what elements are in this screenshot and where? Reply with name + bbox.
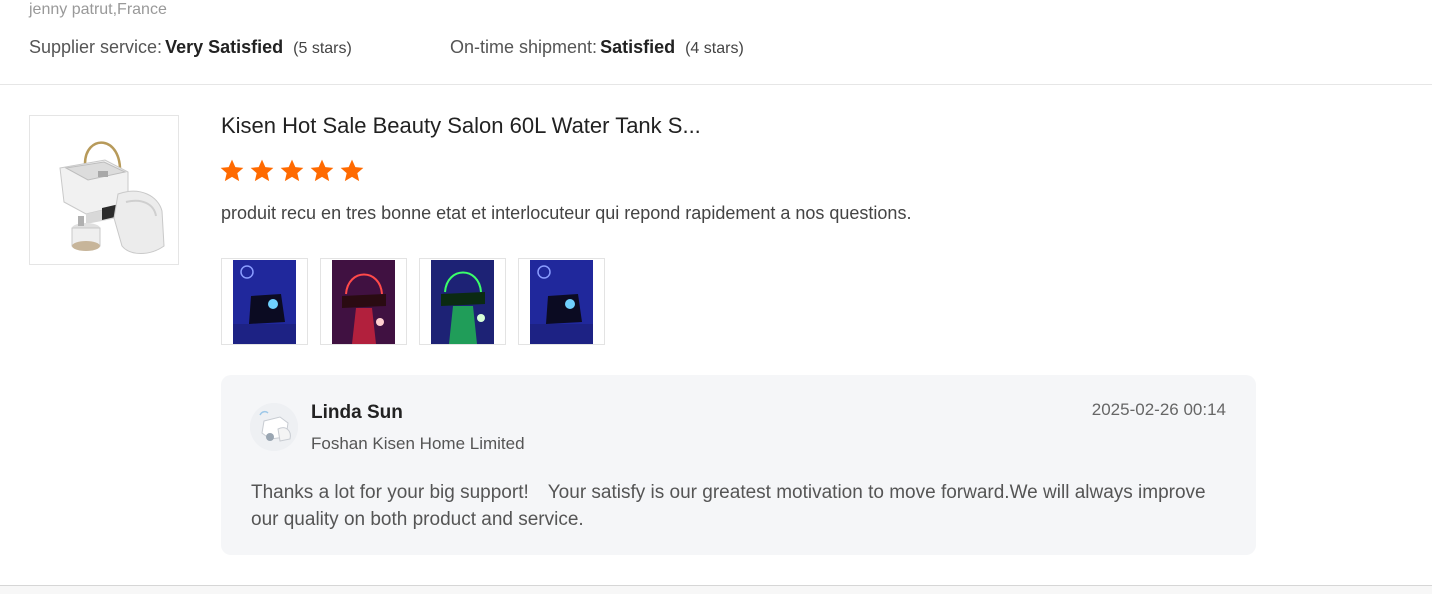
star-icon xyxy=(220,159,244,182)
reply-company-name: Foshan Kisen Home Limited xyxy=(311,434,525,453)
star-icon xyxy=(310,159,334,182)
next-review-edge xyxy=(0,586,1432,594)
seller-reply: Linda Sun Foshan Kisen Home Limited 2025… xyxy=(221,375,1256,555)
shampoo-chair-product-image xyxy=(59,141,165,254)
supplier-service-label: Supplier service: xyxy=(29,37,163,57)
product-thumbnail[interactable] xyxy=(29,115,179,265)
avatar xyxy=(250,403,298,451)
section-divider xyxy=(0,84,1432,85)
reply-timestamp: 2025-02-26 00:14 xyxy=(1091,400,1226,419)
supplier-service-stars: (5 stars) xyxy=(293,40,352,57)
reply-text: Thanks a lot for your big support! Your … xyxy=(251,482,1206,530)
review-photo[interactable] xyxy=(221,258,308,345)
shipment-value: Satisfied xyxy=(600,37,676,57)
star-icon xyxy=(250,159,274,182)
review-photo[interactable] xyxy=(518,258,605,345)
review-text: produit recu en tres bonne etat et inter… xyxy=(221,203,912,223)
seller-avatar xyxy=(250,403,298,451)
review-photo[interactable] xyxy=(320,258,407,345)
shipment-label: On-time shipment: xyxy=(450,37,598,57)
star-icon xyxy=(340,159,364,182)
shipment-rating: On-time shipment: Satisfied (4 stars) xyxy=(450,37,744,58)
star-icon xyxy=(280,159,304,182)
rating-summary: Supplier service: Very Satisfied (5 stars)… xyxy=(29,37,744,58)
reviewer-name-location: jenny patrut,France xyxy=(29,1,167,18)
review-photo[interactable] xyxy=(419,258,506,345)
shipment-stars: (4 stars) xyxy=(685,40,744,57)
reply-author-name: Linda Sun xyxy=(311,402,403,423)
supplier-service-value: Very Satisfied xyxy=(165,37,284,57)
product-title[interactable]: Kisen Hot Sale Beauty Salon 60L Water Ta… xyxy=(221,113,701,139)
review-star-rating xyxy=(219,158,365,184)
supplier-service-rating: Supplier service: Very Satisfied (5 stars) xyxy=(29,37,352,58)
review-photo-green-light xyxy=(431,259,494,344)
review-photo-blue-light xyxy=(530,259,593,344)
review-photo-blue-light xyxy=(233,259,296,344)
review-photo-red-light xyxy=(332,259,395,344)
review-photos xyxy=(221,258,605,345)
